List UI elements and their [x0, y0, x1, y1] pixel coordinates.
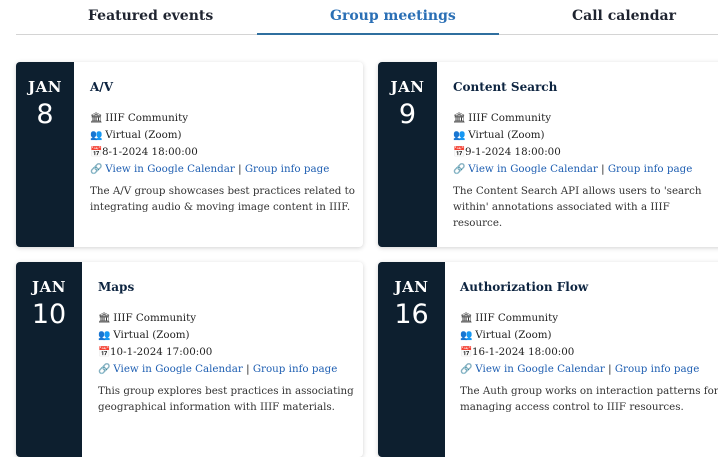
datetime-label: 8-1-2024 18:00:00 — [102, 146, 198, 158]
landmark-icon: 🏛 — [453, 113, 466, 124]
event-details: Content Search 🏛 IIIF Community 👥 Virtua… — [453, 80, 718, 231]
google-calendar-link[interactable]: View in Google Calendar — [475, 363, 605, 375]
calendar-icon: 📅 — [98, 347, 111, 358]
tab-call-calendar[interactable]: Call calendar — [572, 8, 676, 24]
community-label: IIIF Community — [475, 312, 559, 324]
event-card-content-search: JAN 9 Content Search 🏛 IIIF Community 👥 … — [378, 62, 718, 247]
event-details: Maps 🏛 IIIF Community 👥 Virtual (Zoom) 📅… — [98, 280, 355, 415]
people-group-icon: 👥 — [453, 130, 466, 141]
event-location: 👥 Virtual (Zoom) — [98, 327, 355, 344]
event-title: A/V — [90, 80, 114, 94]
event-title: Content Search — [453, 80, 558, 94]
event-day: 8 — [36, 99, 54, 130]
link-icon: 🔗 — [453, 164, 466, 175]
datetime-label: 16-1-2024 18:00:00 — [472, 346, 575, 358]
location-label: Virtual (Zoom) — [475, 329, 552, 341]
event-links: 🔗 View in Google Calendar | Group info p… — [90, 161, 355, 178]
event-day: 16 — [394, 299, 429, 330]
link-icon: 🔗 — [98, 364, 111, 375]
event-location: 👥 Virtual (Zoom) — [453, 127, 718, 144]
event-date-block: JAN 8 — [16, 62, 74, 247]
event-description: The Auth group works on interaction patt… — [460, 385, 718, 413]
event-community: 🏛 IIIF Community — [90, 110, 355, 127]
event-community: 🏛 IIIF Community — [98, 310, 355, 327]
event-datetime: 📅10-1-2024 17:00:00 — [98, 344, 355, 361]
event-links: 🔗 View in Google Calendar | Group info p… — [453, 161, 718, 178]
group-info-link[interactable]: Group info page — [615, 363, 699, 375]
community-label: IIIF Community — [113, 312, 197, 324]
group-info-link[interactable]: Group info page — [245, 163, 329, 175]
event-month: JAN — [390, 78, 425, 96]
event-title: Maps — [98, 280, 135, 294]
google-calendar-link[interactable]: View in Google Calendar — [105, 163, 235, 175]
google-calendar-link[interactable]: View in Google Calendar — [468, 163, 598, 175]
event-description: The A/V group showcases best practices r… — [90, 185, 355, 213]
people-group-icon: 👥 — [90, 130, 103, 141]
event-date-block: JAN 9 — [378, 62, 437, 247]
tab-featured-events[interactable]: Featured events — [88, 8, 213, 24]
event-links: 🔗 View in Google Calendar | Group info p… — [98, 361, 355, 378]
google-calendar-link[interactable]: View in Google Calendar — [113, 363, 243, 375]
event-card-authorization-flow: JAN 16 Authorization Flow 🏛 IIIF Communi… — [378, 262, 718, 457]
event-month: JAN — [32, 278, 66, 296]
datetime-label: 9-1-2024 18:00:00 — [465, 146, 561, 158]
event-description: This group explores best practices in as… — [98, 385, 354, 413]
event-datetime: 📅16-1-2024 18:00:00 — [460, 344, 718, 361]
calendar-icon: 📅 — [90, 147, 103, 158]
community-label: IIIF Community — [105, 112, 189, 124]
location-label: Virtual (Zoom) — [113, 329, 190, 341]
event-date-block: JAN 16 — [378, 262, 445, 457]
event-month: JAN — [28, 78, 62, 96]
event-description: The Content Search API allows users to '… — [453, 185, 702, 229]
event-details: Authorization Flow 🏛 IIIF Community 👥 Vi… — [460, 280, 718, 415]
people-group-icon: 👥 — [98, 330, 111, 341]
link-icon: 🔗 — [90, 164, 103, 175]
event-day: 9 — [398, 99, 417, 130]
event-day: 10 — [31, 299, 67, 330]
datetime-label: 10-1-2024 17:00:00 — [110, 346, 213, 358]
event-datetime: 📅8-1-2024 18:00:00 — [90, 144, 355, 161]
location-label: Virtual (Zoom) — [105, 129, 182, 141]
community-label: IIIF Community — [468, 112, 552, 124]
people-group-icon: 👥 — [460, 330, 473, 341]
event-title: Authorization Flow — [460, 280, 589, 294]
event-date-block: JAN 10 — [16, 262, 82, 457]
link-separator: | — [238, 163, 242, 175]
location-label: Virtual (Zoom) — [468, 129, 545, 141]
event-links: 🔗 View in Google Calendar | Group info p… — [460, 361, 718, 378]
event-details: A/V 🏛 IIIF Community 👥 Virtual (Zoom) 📅8… — [90, 80, 355, 215]
calendar-icon: 📅 — [460, 347, 473, 358]
event-datetime: 📅9-1-2024 18:00:00 — [453, 144, 718, 161]
link-separator: | — [246, 363, 250, 375]
event-month: JAN — [394, 278, 429, 296]
event-community: 🏛 IIIF Community — [453, 110, 718, 127]
group-info-link[interactable]: Group info page — [253, 363, 337, 375]
link-icon: 🔗 — [460, 364, 473, 375]
tab-group-meetings[interactable]: Group meetings — [330, 8, 456, 24]
event-card-av: JAN 8 A/V 🏛 IIIF Community 👥 Virtual (Zo… — [16, 62, 363, 247]
landmark-icon: 🏛 — [460, 313, 473, 324]
group-info-link[interactable]: Group info page — [608, 163, 692, 175]
landmark-icon: 🏛 — [98, 313, 111, 324]
landmark-icon: 🏛 — [90, 113, 103, 124]
event-location: 👥 Virtual (Zoom) — [90, 127, 355, 144]
calendar-icon: 📅 — [453, 147, 466, 158]
event-community: 🏛 IIIF Community — [460, 310, 718, 327]
active-tab-indicator — [257, 33, 499, 35]
event-card-maps: JAN 10 Maps 🏛 IIIF Community 👥 Virtual (… — [16, 262, 363, 457]
link-separator: | — [608, 363, 612, 375]
event-location: 👥 Virtual (Zoom) — [460, 327, 718, 344]
link-separator: | — [601, 163, 605, 175]
tab-bar: Featured events Group meetings Call cale… — [0, 0, 718, 36]
